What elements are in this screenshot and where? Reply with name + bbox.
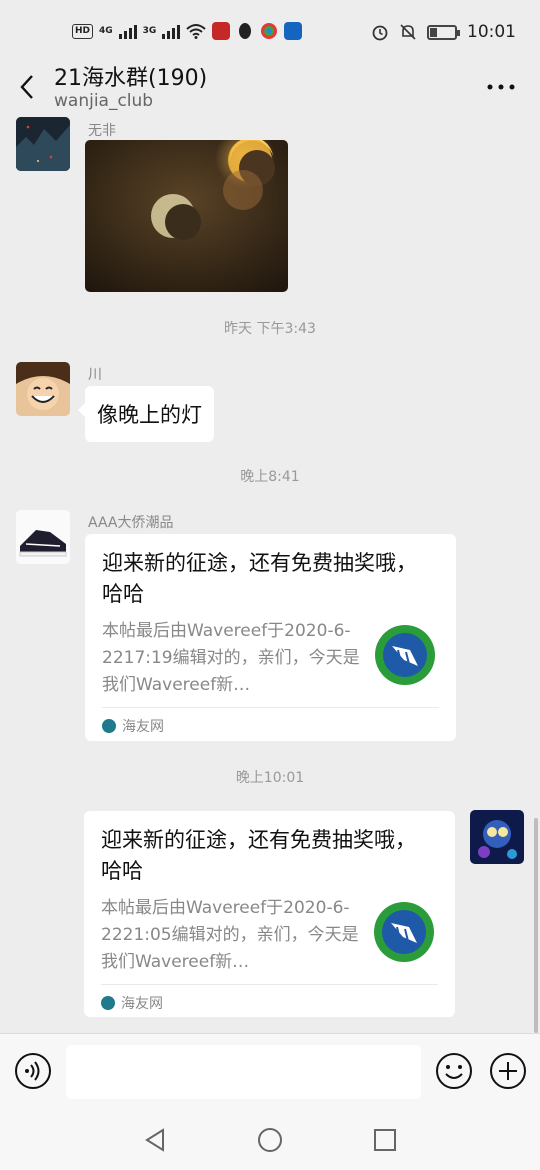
signal-icon-2 bbox=[162, 23, 181, 39]
app-notification-icon bbox=[212, 22, 231, 40]
hd-indicator: HD bbox=[72, 23, 94, 39]
avatar[interactable] bbox=[16, 510, 70, 564]
alipay-icon bbox=[284, 22, 303, 40]
divider bbox=[102, 707, 439, 708]
wifi-icon bbox=[186, 24, 206, 39]
message-input[interactable] bbox=[66, 1045, 421, 1099]
timestamp: 晚上10:01 bbox=[235, 770, 305, 786]
sender-name: AAA大侨潮品 bbox=[88, 515, 174, 531]
chat-subtitle: wanjia_club bbox=[54, 91, 154, 111]
link-card[interactable]: 迎来新的征途，还有免费抽奖哦，哈哈 本帖最后由Wavereef于2020-6-2… bbox=[85, 534, 456, 741]
nav-home-button[interactable] bbox=[256, 1126, 284, 1154]
timestamp: 昨天 下午3:43 bbox=[224, 321, 316, 337]
avatar[interactable] bbox=[16, 362, 70, 416]
image-message[interactable] bbox=[85, 140, 288, 292]
input-bar bbox=[0, 1033, 540, 1110]
link-source: 海友网 bbox=[102, 716, 164, 736]
link-thumbnail-icon bbox=[375, 625, 435, 685]
browser-icon bbox=[261, 23, 278, 39]
signal-icon bbox=[118, 23, 137, 39]
add-button[interactable] bbox=[489, 1052, 527, 1090]
back-button[interactable] bbox=[14, 70, 42, 104]
nav-back-button[interactable] bbox=[141, 1126, 169, 1154]
qq-icon bbox=[239, 23, 252, 39]
link-source-label: 海友网 bbox=[122, 719, 164, 735]
timestamp: 晚上8:41 bbox=[240, 469, 300, 485]
emoji-button[interactable] bbox=[435, 1052, 473, 1090]
link-card-title: 迎来新的征途，还有免费抽奖哦，哈哈 bbox=[101, 828, 416, 883]
network-3g-label: 3G bbox=[142, 26, 157, 36]
more-options-button[interactable] bbox=[486, 75, 516, 99]
chat-header: 21海水群(190) wanjia_club bbox=[0, 50, 540, 120]
link-source: 海友网 bbox=[101, 993, 163, 1013]
text-message[interactable]: 像晚上的灯 bbox=[78, 386, 214, 442]
system-nav-bar bbox=[0, 1110, 540, 1170]
network-4g-label: 4G bbox=[99, 26, 113, 36]
link-card-description: 本帖最后由Wavereef于2020-6-2221:05编辑对的，亲们，今天是我… bbox=[101, 898, 359, 972]
nav-recents-button[interactable] bbox=[371, 1126, 399, 1154]
clock: 10:01 bbox=[467, 22, 516, 42]
scrollbar[interactable] bbox=[534, 818, 538, 1033]
source-logo-icon bbox=[101, 996, 115, 1010]
mute-icon bbox=[400, 24, 416, 40]
alarm-icon bbox=[372, 25, 388, 41]
link-card-self[interactable]: 迎来新的征途，还有免费抽奖哦，哈哈 本帖最后由Wavereef于2020-6-2… bbox=[84, 811, 455, 1017]
link-card-title: 迎来新的征途，还有免费抽奖哦，哈哈 bbox=[102, 551, 417, 606]
avatar[interactable] bbox=[16, 117, 70, 171]
link-source-label: 海友网 bbox=[121, 996, 163, 1012]
link-card-description: 本帖最后由Wavereef于2020-6-2217:19编辑对的，亲们，今天是我… bbox=[102, 621, 360, 695]
divider bbox=[101, 984, 438, 985]
battery-icon bbox=[427, 24, 460, 40]
voice-toggle-button[interactable] bbox=[14, 1052, 52, 1090]
sender-name: 川 bbox=[88, 367, 102, 383]
chat-title: 21海水群(190) bbox=[54, 66, 208, 91]
sender-name: 无非 bbox=[88, 123, 116, 139]
source-logo-icon bbox=[102, 719, 116, 733]
my-avatar[interactable] bbox=[470, 810, 524, 864]
link-thumbnail-icon bbox=[374, 902, 434, 962]
